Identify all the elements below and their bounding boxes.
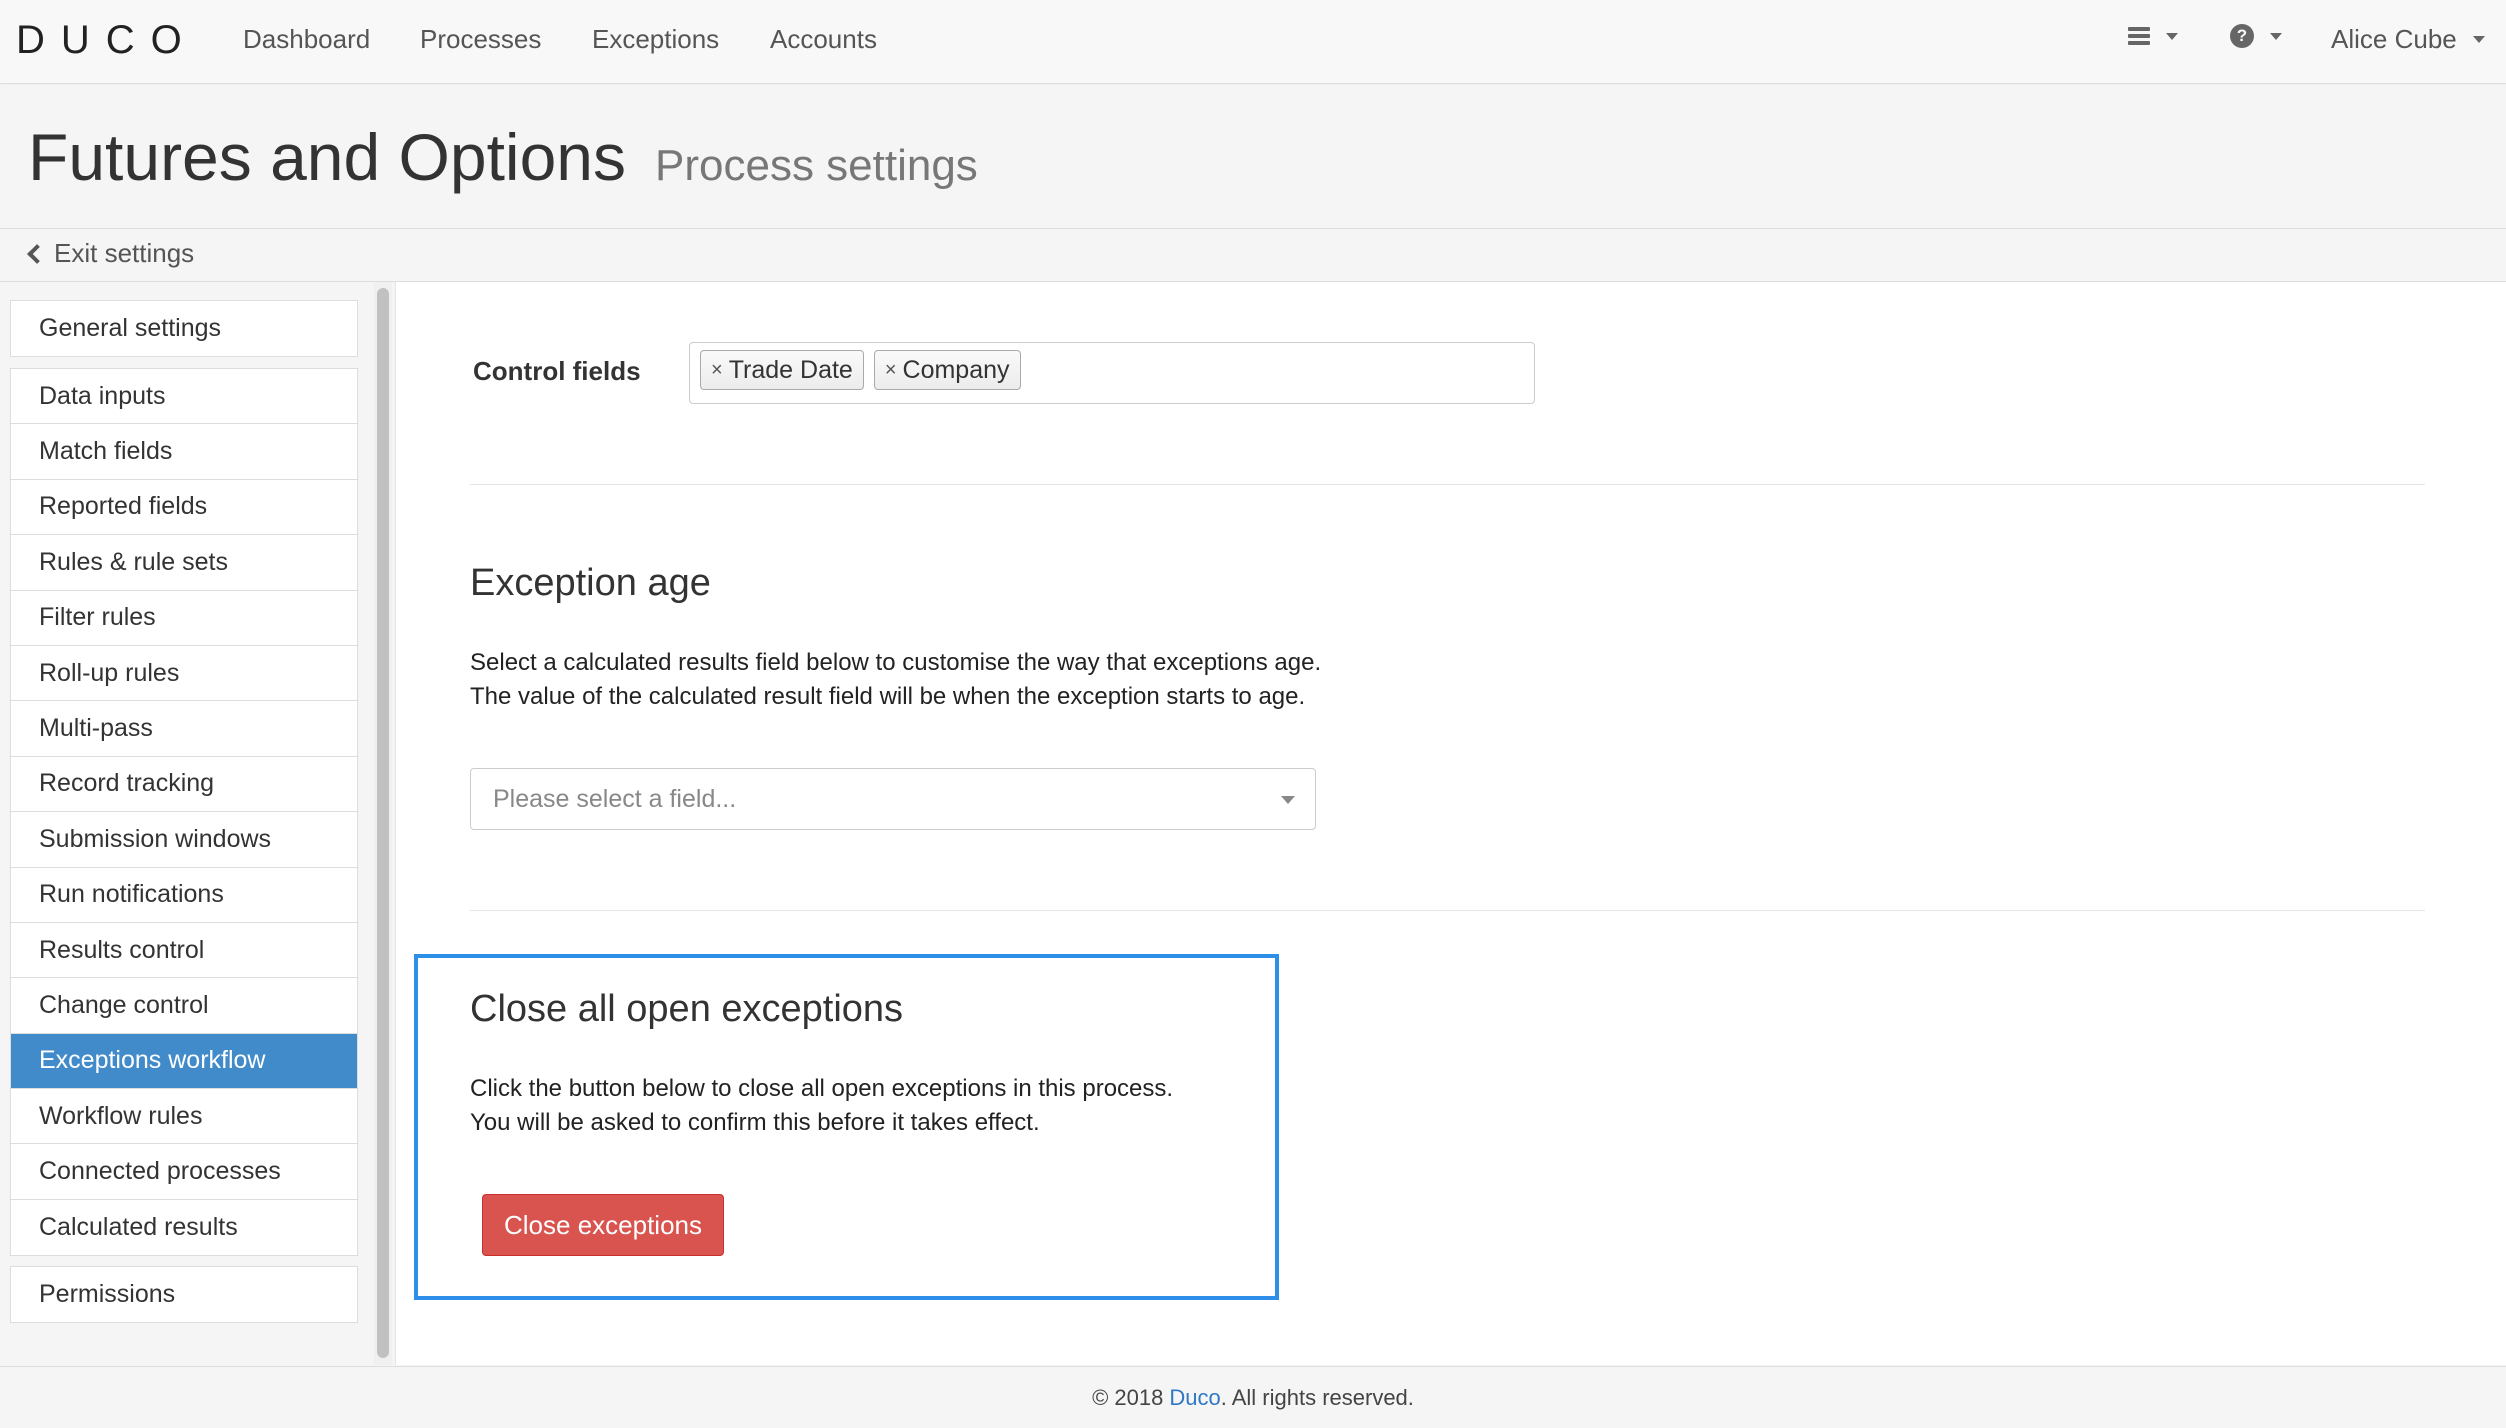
- page-subtitle: Process settings: [655, 141, 978, 190]
- nav-accounts[interactable]: Accounts: [770, 24, 877, 55]
- exit-bar: Exit settings: [0, 230, 2506, 282]
- page-footer: © 2018 Duco. All rights reserved.: [0, 1366, 2506, 1428]
- settings-sidebar: General settings Data inputs Match field…: [0, 282, 372, 1365]
- exit-settings-label: Exit settings: [54, 238, 195, 268]
- user-name: Alice Cube: [2331, 24, 2457, 54]
- footer-rights: . All rights reserved.: [1220, 1384, 1414, 1410]
- sidebar-item-record-tracking[interactable]: Record tracking: [11, 757, 357, 813]
- footer-copyright: © 2018: [1092, 1384, 1164, 1410]
- help-dropdown[interactable]: ?: [2230, 24, 2282, 48]
- tag-label: Company: [902, 355, 1010, 384]
- sidebar-item-calculated-results[interactable]: Calculated results: [11, 1200, 357, 1255]
- remove-tag-icon[interactable]: ×: [885, 359, 897, 382]
- sidebar-item-run-notifications[interactable]: Run notifications: [11, 868, 357, 923]
- sidebar-scrollbar[interactable]: [374, 282, 392, 1365]
- exception-age-line-1: Select a calculated results field below …: [470, 649, 1322, 676]
- sidebar-item-rules[interactable]: Rules & rule sets: [11, 535, 357, 591]
- close-exceptions-line-1: Click the button below to close all open…: [470, 1075, 1174, 1102]
- menu-dropdown[interactable]: [2128, 24, 2178, 48]
- caret-down-icon: [2472, 36, 2485, 43]
- sidebar-item-workflow-rules[interactable]: Workflow rules: [11, 1089, 357, 1145]
- page-header: Futures and Options Process settings: [0, 85, 2506, 229]
- sidebar-item-roll-up-rules[interactable]: Roll-up rules: [11, 646, 357, 702]
- sidebar-item-multi-pass[interactable]: Multi-pass: [11, 701, 357, 757]
- divider: [470, 484, 2425, 485]
- tag-label: Trade Date: [728, 355, 853, 384]
- settings-content: Control fields × Trade Date × Company Ex…: [395, 282, 2506, 1365]
- chevron-left-icon: [27, 243, 47, 264]
- duco-logo[interactable]: DUCO: [16, 18, 198, 63]
- sidebar-item-submission-windows[interactable]: Submission windows: [11, 812, 357, 868]
- caret-down-icon: [2166, 32, 2178, 40]
- close-exceptions-heading: Close all open exceptions: [470, 988, 904, 1030]
- sidebar-item-connected-processes[interactable]: Connected processes: [11, 1144, 357, 1200]
- sidebar-item-filter-rules[interactable]: Filter rules: [11, 591, 357, 646]
- sidebar-item-change-control[interactable]: Change control: [11, 978, 357, 1034]
- sidebar-item-data-inputs[interactable]: Data inputs: [11, 369, 357, 425]
- sidebar-group-permissions: Permissions: [10, 1266, 358, 1324]
- tag-trade-date: × Trade Date: [700, 350, 864, 390]
- control-fields-label: Control fields: [473, 356, 641, 386]
- top-navbar: DUCO Dashboard Processes Exceptions Acco…: [0, 0, 2506, 84]
- sidebar-item-general-settings[interactable]: General settings: [11, 301, 357, 356]
- footer-duco-link[interactable]: Duco: [1169, 1385, 1220, 1411]
- sidebar-group-main: Data inputs Match fields Reported fields…: [10, 368, 358, 1257]
- nav-processes[interactable]: Processes: [420, 24, 541, 55]
- hamburger-icon: [2128, 24, 2150, 48]
- exit-settings-link[interactable]: Exit settings: [27, 238, 195, 269]
- close-exceptions-description: Click the button below to close all open…: [470, 1072, 1173, 1140]
- nav-exceptions[interactable]: Exceptions: [592, 24, 719, 55]
- calculated-field-select[interactable]: Please select a field...: [470, 768, 1316, 830]
- sidebar-item-results-control[interactable]: Results control: [11, 923, 357, 979]
- divider: [470, 910, 2425, 911]
- scrollbar-thumb[interactable]: [377, 288, 389, 1358]
- page-title: Futures and Options: [28, 120, 626, 194]
- close-exceptions-button[interactable]: Close exceptions: [482, 1194, 724, 1256]
- caret-down-icon: [2270, 32, 2282, 40]
- close-exceptions-line-2: You will be asked to confirm this before…: [470, 1109, 1040, 1136]
- nav-dashboard[interactable]: Dashboard: [243, 24, 370, 55]
- control-fields-input[interactable]: × Trade Date × Company: [689, 342, 1535, 404]
- sidebar-group-general: General settings: [10, 300, 358, 358]
- user-menu[interactable]: Alice Cube: [2331, 24, 2485, 55]
- select-placeholder: Please select a field...: [493, 784, 737, 813]
- caret-down-icon: [1281, 796, 1295, 804]
- exception-age-line-2: The value of the calculated result field…: [470, 683, 1306, 710]
- sidebar-item-exceptions-workflow[interactable]: Exceptions workflow: [11, 1033, 357, 1090]
- sidebar-item-match-fields[interactable]: Match fields: [11, 424, 357, 480]
- sidebar-item-permissions[interactable]: Permissions: [11, 1267, 357, 1322]
- tag-company: × Company: [873, 350, 1021, 390]
- exception-age-heading: Exception age: [470, 562, 711, 604]
- exception-age-description: Select a calculated results field below …: [470, 646, 1321, 714]
- remove-tag-icon[interactable]: ×: [711, 359, 723, 382]
- sidebar-item-reported-fields[interactable]: Reported fields: [11, 480, 357, 536]
- help-icon: ?: [2230, 24, 2254, 48]
